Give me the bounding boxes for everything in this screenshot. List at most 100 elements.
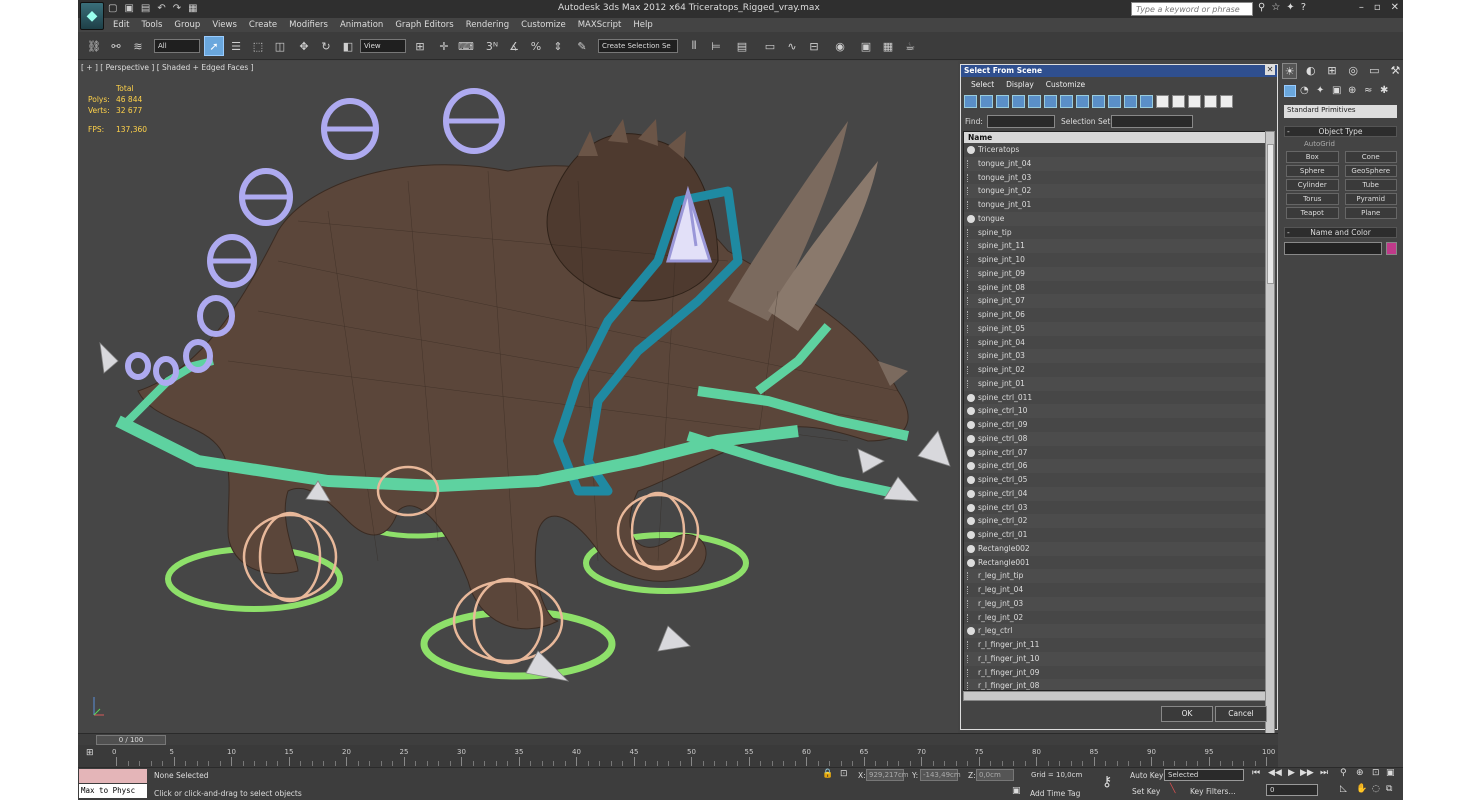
- render-setup-icon[interactable]: ▣: [856, 36, 876, 56]
- list-item[interactable]: spine_ctrl_09: [964, 418, 1266, 432]
- list-item[interactable]: spine_jnt_01: [964, 376, 1266, 391]
- box-button[interactable]: Box: [1286, 151, 1339, 163]
- utilities-tab-icon[interactable]: ⚒: [1388, 63, 1403, 79]
- cone-button[interactable]: Cone: [1344, 151, 1397, 163]
- selection-lock-icon[interactable]: 🔒: [822, 769, 833, 779]
- dialog-menu-customize[interactable]: Customize: [1046, 80, 1085, 91]
- zoom-all-icon[interactable]: ⊕: [1356, 768, 1364, 778]
- favorites-icon[interactable]: ✦: [1286, 2, 1294, 13]
- auto-key-button[interactable]: Auto Key: [1130, 771, 1163, 780]
- rotate-icon[interactable]: ↻: [316, 36, 336, 56]
- cylinder-button[interactable]: Cylinder: [1286, 179, 1339, 191]
- application-menu-button[interactable]: ◆: [80, 2, 104, 30]
- display-tab-icon[interactable]: ▭: [1367, 63, 1382, 79]
- list-item[interactable]: spine_jnt_09: [964, 266, 1266, 281]
- link-icon[interactable]: ⛓: [84, 36, 104, 56]
- select-by-name-icon[interactable]: ☰: [226, 36, 246, 56]
- bind-spacewarp-icon[interactable]: ≋: [128, 36, 148, 56]
- menu-animation[interactable]: Animation: [335, 18, 390, 32]
- display-xrefs-icon[interactable]: [1076, 95, 1089, 108]
- list-item[interactable]: tongue_jnt_04: [964, 156, 1266, 171]
- menu-modifiers[interactable]: Modifiers: [284, 18, 335, 32]
- unlink-icon[interactable]: ⚯: [106, 36, 126, 56]
- cancel-button[interactable]: Cancel: [1215, 706, 1267, 722]
- display-geometry-icon[interactable]: [964, 95, 977, 108]
- display-frozen-icon[interactable]: [1124, 95, 1137, 108]
- scale-icon[interactable]: ◧: [338, 36, 358, 56]
- dialog-menu-select[interactable]: Select: [971, 80, 994, 91]
- set-key-icon[interactable]: ⚷: [1102, 774, 1112, 790]
- space-warps-icon[interactable]: ≈: [1364, 85, 1376, 97]
- reference-coordinate-dropdown[interactable]: View: [360, 39, 406, 53]
- close-icon[interactable]: ✕: [1391, 2, 1399, 13]
- plane-button[interactable]: Plane: [1344, 207, 1397, 219]
- name-and-color-rollout[interactable]: Name and Color: [1284, 227, 1397, 238]
- list-item[interactable]: Triceratops: [964, 143, 1266, 157]
- list-item[interactable]: spine_ctrl_03: [964, 501, 1266, 515]
- object-type-rollout[interactable]: Object Type: [1284, 126, 1397, 137]
- z-coordinate-field[interactable]: 0,0cm: [976, 769, 1014, 781]
- zoom-icon[interactable]: ⚲: [1340, 768, 1347, 778]
- filter-icon[interactable]: [1204, 95, 1217, 108]
- cameras-icon[interactable]: ▣: [1332, 85, 1344, 97]
- key-mode-dropdown[interactable]: Selected: [1164, 769, 1244, 781]
- undo-icon[interactable]: ↶: [157, 3, 165, 15]
- save-file-icon[interactable]: ▤: [141, 3, 150, 15]
- helpers-icon[interactable]: ⊕: [1348, 85, 1360, 97]
- schematic-view-icon[interactable]: ⊟: [804, 36, 824, 56]
- list-item[interactable]: tongue_jnt_01: [964, 198, 1266, 212]
- field-of-view-icon[interactable]: ◺: [1340, 784, 1347, 794]
- set-key-button[interactable]: Set Key: [1132, 787, 1160, 796]
- menu-help[interactable]: Help: [628, 18, 659, 32]
- modify-tab-icon[interactable]: ◐: [1303, 63, 1318, 79]
- list-item[interactable]: r_leg_jnt_02: [964, 611, 1266, 625]
- absolute-mode-icon[interactable]: ⊡: [840, 769, 848, 779]
- menu-edit[interactable]: Edit: [108, 18, 136, 32]
- filter-options-icon[interactable]: [1220, 95, 1233, 108]
- list-item[interactable]: r_leg_jnt_04: [964, 583, 1266, 597]
- layer-manager-icon[interactable]: ▤: [732, 36, 752, 56]
- display-lights-icon[interactable]: [996, 95, 1009, 108]
- list-item[interactable]: spine_jnt_06: [964, 308, 1266, 322]
- selection-region-icon[interactable]: ⬚: [248, 36, 268, 56]
- hierarchy-tab-icon[interactable]: ⊞: [1324, 63, 1339, 79]
- create-tab-icon[interactable]: ☀: [1282, 63, 1298, 79]
- maximize-icon[interactable]: ▫: [1374, 2, 1381, 13]
- move-icon[interactable]: ✥: [294, 36, 314, 56]
- list-item[interactable]: spine_jnt_03: [964, 349, 1266, 363]
- list-item[interactable]: spine_ctrl_01: [964, 528, 1266, 542]
- star-icon[interactable]: ☆: [1271, 2, 1280, 13]
- sphere-button[interactable]: Sphere: [1286, 165, 1339, 177]
- maxscript-listener-mini[interactable]: [79, 769, 147, 783]
- name-column-header[interactable]: Name: [964, 132, 1266, 143]
- menu-group[interactable]: Group: [169, 18, 207, 32]
- display-invert-icon[interactable]: [1188, 95, 1201, 108]
- teapot-button[interactable]: Teapot: [1286, 207, 1339, 219]
- time-slider[interactable]: 0 / 100: [78, 733, 1278, 745]
- time-tag-icon[interactable]: ▣: [1012, 786, 1021, 796]
- snap-toggle-icon[interactable]: 3ᴺ: [482, 36, 502, 56]
- selection-set-dropdown[interactable]: [1111, 115, 1193, 128]
- align-icon[interactable]: ⊨: [706, 36, 726, 56]
- display-groups-icon[interactable]: [1060, 95, 1073, 108]
- track-bar[interactable]: ⊞ 0 5 10 15 20 25 30 35 40 45 50 55 60 65 70 75 80 85 90 95…: [78, 745, 1278, 767]
- previous-frame-icon[interactable]: ◀◀: [1268, 768, 1282, 778]
- motion-tab-icon[interactable]: ◎: [1346, 63, 1361, 79]
- key-filter-icon[interactable]: ╲: [1170, 784, 1175, 794]
- named-selection-sets-dropdown[interactable]: Create Selection Se: [598, 39, 678, 53]
- infocenter-search-input[interactable]: Type a keyword or phrase: [1131, 2, 1253, 16]
- scene-render[interactable]: [78, 61, 958, 733]
- maximize-viewport-icon[interactable]: ⧉: [1386, 784, 1392, 794]
- horizontal-scrollbar[interactable]: [963, 691, 1267, 701]
- menu-tools[interactable]: Tools: [136, 18, 169, 32]
- list-item[interactable]: r_leg_jnt_tip: [964, 569, 1266, 583]
- menu-customize[interactable]: Customize: [516, 18, 573, 32]
- primitive-category-dropdown[interactable]: Standard Primitives: [1284, 105, 1397, 118]
- list-item[interactable]: spine_jnt_04: [964, 336, 1266, 350]
- rendered-frame-window-icon[interactable]: ▦: [878, 36, 898, 56]
- go-to-start-icon[interactable]: ⏮: [1252, 768, 1260, 778]
- list-item[interactable]: tongue_jnt_02: [964, 184, 1266, 198]
- object-name-input[interactable]: [1284, 242, 1382, 255]
- list-item[interactable]: r_l_finger_jnt_11: [964, 638, 1266, 652]
- list-item[interactable]: r_l_finger_jnt_09: [964, 666, 1266, 680]
